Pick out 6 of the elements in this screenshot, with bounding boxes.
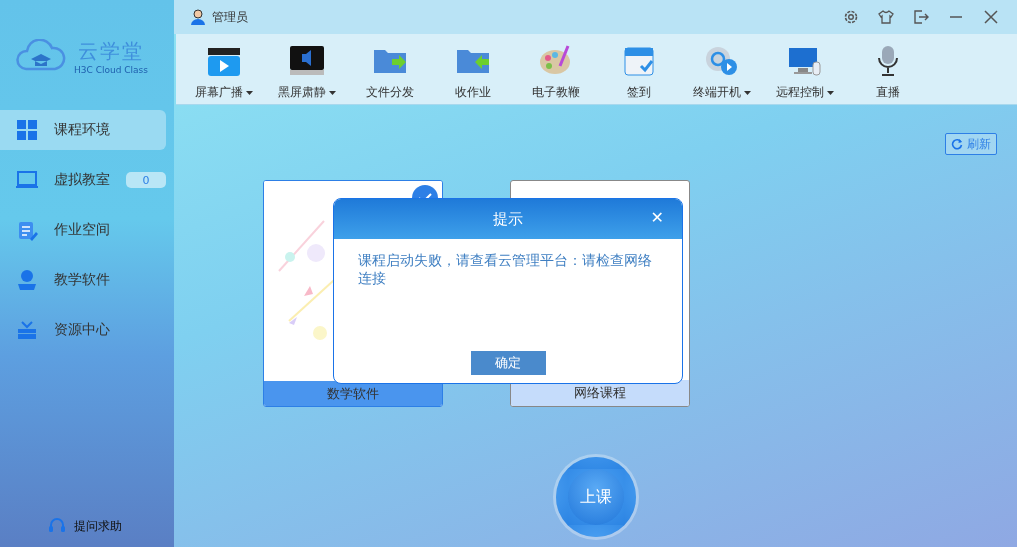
card-title: 数学软件: [264, 381, 442, 406]
dialog-message: 课程启动失败，请查看云管理平台：请检查网络连接: [358, 251, 653, 287]
dialog-title: 提示: [493, 209, 523, 229]
app-subtitle: H3C Cloud Class: [74, 64, 148, 75]
user-name: 管理员: [212, 8, 248, 26]
count-badge: 0: [126, 172, 166, 188]
